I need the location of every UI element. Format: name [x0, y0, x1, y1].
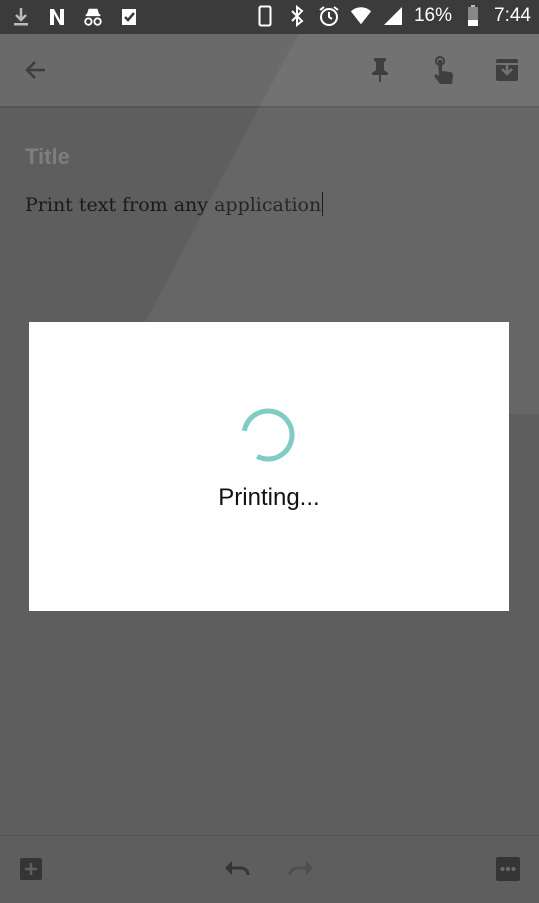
alarm-icon — [318, 5, 340, 27]
spinner-arc — [241, 408, 295, 462]
note-body-field[interactable]: Print text from any application — [25, 192, 324, 216]
status-bar: 16% 7:44 — [0, 0, 539, 34]
phone-vibrate-icon — [254, 5, 276, 27]
undo-icon[interactable] — [222, 854, 252, 884]
note-title-field[interactable]: Title — [25, 144, 70, 170]
note-toolbar — [0, 34, 539, 108]
loading-spinner-icon — [241, 408, 295, 462]
redo-icon[interactable] — [286, 854, 316, 884]
check-task-icon — [118, 6, 140, 28]
add-box-icon[interactable] — [16, 854, 46, 884]
wifi-icon — [350, 5, 372, 27]
incognito-icon — [82, 6, 104, 28]
bluetooth-icon — [286, 5, 308, 27]
back-arrow-icon[interactable] — [20, 54, 52, 86]
signal-icon — [382, 5, 404, 27]
battery-icon — [462, 5, 484, 27]
text-cursor — [322, 192, 324, 216]
bottom-action-bar — [0, 835, 539, 903]
battery-percent: 16% — [413, 5, 453, 26]
more-options-icon[interactable] — [493, 854, 523, 884]
netflix-icon — [46, 6, 68, 28]
note-body-text: Print text from any application — [25, 194, 322, 216]
archive-icon[interactable] — [491, 54, 523, 86]
clock-time: 7:44 — [494, 5, 531, 26]
pin-icon[interactable] — [364, 54, 396, 86]
reminder-hand-icon[interactable] — [427, 54, 459, 86]
download-icon — [10, 6, 32, 28]
printing-dialog: Printing... — [29, 322, 509, 611]
printing-message: Printing... — [218, 484, 320, 511]
